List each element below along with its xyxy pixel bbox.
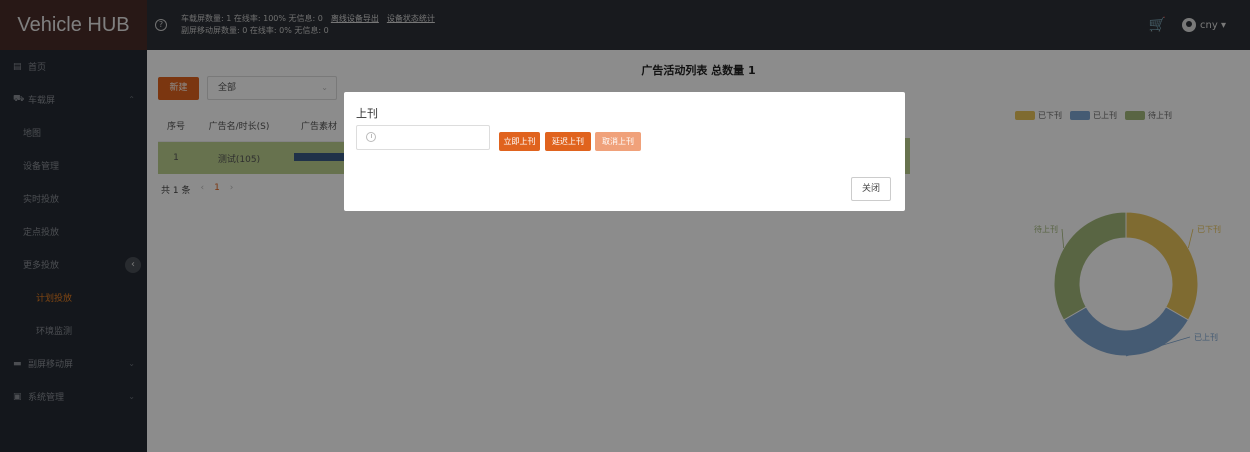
delay-publish-button[interactable]: 延迟上刊 bbox=[545, 132, 591, 151]
close-button[interactable]: 关闭 bbox=[851, 177, 891, 201]
publish-now-button[interactable]: 立即上刊 bbox=[499, 132, 540, 151]
modal-title: 上刊 bbox=[356, 107, 378, 120]
datetime-input[interactable] bbox=[356, 125, 490, 150]
publish-modal: 上刊 立即上刊 延迟上刊 取消上刊 关闭 bbox=[344, 92, 905, 211]
cancel-publish-button[interactable]: 取消上刊 bbox=[595, 132, 641, 151]
clock-icon bbox=[366, 132, 376, 142]
modal-overlay[interactable] bbox=[0, 0, 1250, 452]
